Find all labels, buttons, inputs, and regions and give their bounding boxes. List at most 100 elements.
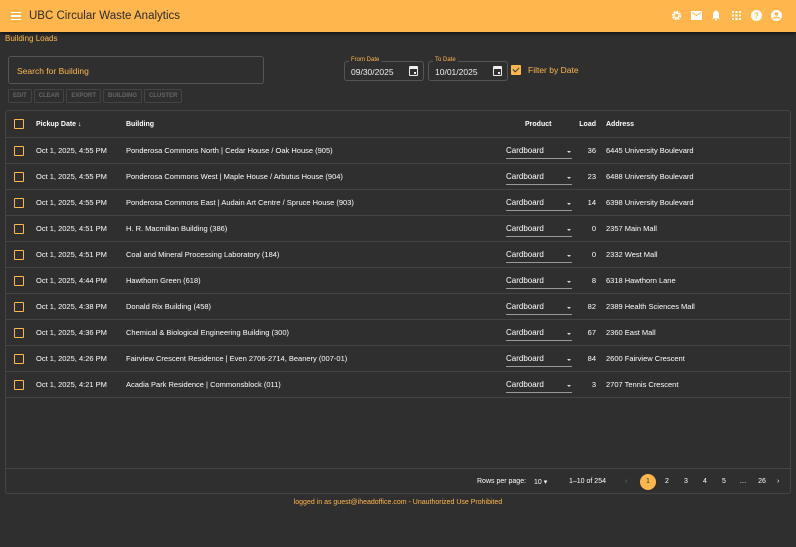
- page-button[interactable]: 26: [754, 474, 770, 490]
- header-address[interactable]: Address: [606, 121, 634, 128]
- product-select[interactable]: Cardboard: [506, 169, 572, 185]
- row-checkbox[interactable]: [14, 327, 24, 338]
- table-row[interactable]: Oct 1, 2025, 4:21 PM Acadia Park Residen…: [6, 372, 790, 398]
- building-button[interactable]: BUILDING: [103, 89, 143, 103]
- edit-button[interactable]: EDIT: [8, 89, 32, 103]
- gear-icon[interactable]: [670, 9, 682, 21]
- row-checkbox[interactable]: [14, 249, 24, 260]
- page-range: 1–10 of 254: [569, 478, 606, 485]
- page-button[interactable]: 3: [678, 474, 694, 490]
- table-row[interactable]: Oct 1, 2025, 4:44 PM Hawthorn Green (618…: [6, 268, 790, 294]
- account-icon[interactable]: [770, 9, 782, 21]
- building-name: Ponderosa Commons East | Audain Art Cent…: [126, 198, 354, 207]
- building-name: Donald Rix Building (458): [126, 302, 212, 311]
- address: 2389 Health Sciences Mall: [606, 302, 695, 311]
- table-row[interactable]: Oct 1, 2025, 4:36 PM Chemical & Biologic…: [6, 320, 790, 346]
- load-value: 0: [591, 250, 596, 259]
- toolbar: EDIT CLEAR EXPORT BUILDING CLUSTER: [8, 89, 183, 103]
- product-select[interactable]: Cardboard: [506, 325, 572, 341]
- pickup-date: Oct 1, 2025, 4:55 PM: [36, 172, 107, 181]
- loads-table: Pickup Date ↓ Building Product Load Addr…: [5, 110, 791, 494]
- select-all-checkbox[interactable]: [14, 119, 24, 129]
- row-checkbox[interactable]: [14, 379, 24, 390]
- table-row[interactable]: Oct 1, 2025, 4:51 PM H. R. Macmillan Bui…: [6, 216, 790, 242]
- svg-text:?: ?: [754, 11, 759, 20]
- prev-page-icon[interactable]: ‹: [625, 478, 627, 485]
- cluster-button[interactable]: CLUSTER: [144, 89, 183, 103]
- product-select[interactable]: Cardboard: [506, 247, 572, 263]
- calendar-icon[interactable]: [409, 66, 418, 76]
- product-select[interactable]: Cardboard: [506, 221, 572, 237]
- building-name: Ponderosa Commons North | Cedar House / …: [126, 146, 333, 155]
- address: 2360 East Mall: [606, 328, 656, 337]
- rows-per-page-label: Rows per page:: [477, 478, 527, 485]
- from-date-value: 09/30/2025: [351, 67, 394, 77]
- address: 2357 Main Mall: [606, 224, 657, 233]
- building-name: Chemical & Biological Engineering Buildi…: [126, 328, 290, 337]
- clear-button[interactable]: CLEAR: [33, 89, 65, 103]
- export-button[interactable]: EXPORT: [66, 89, 102, 103]
- product-select[interactable]: Cardboard: [506, 143, 572, 159]
- load-value: 82: [587, 302, 596, 311]
- pickup-date: Oct 1, 2025, 4:38 PM: [36, 302, 107, 311]
- footer-text: logged in as guest@iheadoffice.com - Una…: [293, 499, 503, 506]
- page-button[interactable]: 1: [640, 474, 656, 490]
- to-date-label: To Date: [433, 57, 458, 63]
- search-input[interactable]: Search for Building: [8, 56, 264, 84]
- table-row[interactable]: Oct 1, 2025, 4:38 PM Donald Rix Building…: [6, 294, 790, 320]
- arrow-down-icon: ↓: [78, 120, 82, 128]
- pickup-date: Oct 1, 2025, 4:21 PM: [36, 380, 107, 389]
- header-label: Pickup Date: [36, 120, 77, 128]
- help-icon[interactable]: ?: [750, 9, 762, 21]
- load-value: 8: [591, 276, 596, 285]
- rows-per-page-value: 10: [534, 479, 542, 486]
- menu-icon[interactable]: [11, 11, 21, 21]
- to-date-field[interactable]: To Date 10/01/2025: [428, 57, 508, 81]
- product-select[interactable]: Cardboard: [506, 273, 572, 289]
- row-checkbox[interactable]: [14, 353, 24, 364]
- next-page-icon[interactable]: ›: [777, 478, 779, 485]
- apps-icon[interactable]: [730, 9, 742, 21]
- row-checkbox[interactable]: [14, 197, 24, 208]
- page-button[interactable]: 4: [697, 474, 713, 490]
- load-value: 14: [587, 198, 596, 207]
- header-pickup-date[interactable]: Pickup Date ↓: [36, 121, 82, 128]
- header-building[interactable]: Building: [126, 121, 154, 128]
- product-select[interactable]: Cardboard: [506, 299, 572, 315]
- row-checkbox[interactable]: [14, 301, 24, 312]
- filter-by-date-checkbox[interactable]: Filter by Date: [511, 65, 579, 75]
- pickup-date: Oct 1, 2025, 4:36 PM: [36, 328, 107, 337]
- from-date-field[interactable]: From Date 09/30/2025: [344, 57, 424, 81]
- table-row[interactable]: Oct 1, 2025, 4:26 PM Fairview Crescent R…: [6, 346, 790, 372]
- rows-per-page-select[interactable]: 10 ▾: [534, 478, 547, 486]
- row-checkbox[interactable]: [14, 223, 24, 234]
- mail-icon[interactable]: [690, 9, 702, 21]
- product-select[interactable]: Cardboard: [506, 195, 572, 211]
- address: 2600 Fairview Crescent: [606, 354, 685, 363]
- product-select[interactable]: Cardboard: [506, 377, 572, 393]
- table-row[interactable]: Oct 1, 2025, 4:55 PM Ponderosa Commons W…: [6, 164, 790, 190]
- product-select[interactable]: Cardboard: [506, 351, 572, 367]
- page-button[interactable]: 5: [716, 474, 732, 490]
- row-checkbox[interactable]: [14, 275, 24, 286]
- header-load[interactable]: Load: [579, 121, 596, 128]
- header-product[interactable]: Product: [525, 121, 551, 128]
- pickup-date: Oct 1, 2025, 4:26 PM: [36, 354, 107, 363]
- row-checkbox[interactable]: [14, 145, 24, 156]
- breadcrumb[interactable]: Building Loads: [5, 34, 57, 43]
- page-button[interactable]: 2: [659, 474, 675, 490]
- address: 6488 University Boulevard: [606, 172, 694, 181]
- address: 6318 Hawthorn Lane: [606, 276, 676, 285]
- building-name: H. R. Macmillan Building (386): [126, 224, 228, 233]
- from-date-label: From Date: [349, 57, 382, 63]
- table-row[interactable]: Oct 1, 2025, 4:51 PM Coal and Mineral Pr…: [6, 242, 790, 268]
- load-value: 36: [587, 146, 596, 155]
- bell-icon[interactable]: [710, 9, 722, 21]
- checkbox-checked[interactable]: [511, 65, 521, 75]
- load-value: 84: [587, 354, 596, 363]
- load-value: 3: [591, 380, 596, 389]
- table-row[interactable]: Oct 1, 2025, 4:55 PM Ponderosa Commons N…: [6, 138, 790, 164]
- calendar-icon[interactable]: [493, 66, 502, 76]
- row-checkbox[interactable]: [14, 171, 24, 182]
- table-row[interactable]: Oct 1, 2025, 4:55 PM Ponderosa Commons E…: [6, 190, 790, 216]
